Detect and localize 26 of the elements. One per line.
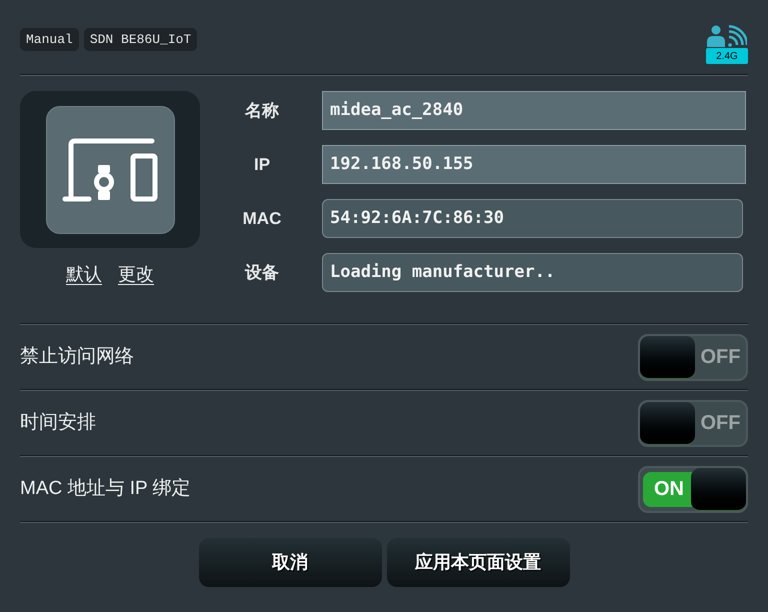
field-label: 设备 [244, 262, 280, 284]
icon-option-link[interactable]: 默认 [66, 261, 102, 288]
field-label: IP [252, 154, 272, 176]
input-field[interactable]: 192.168.50.155 [322, 145, 746, 184]
cancel-button[interactable]: 取消 [198, 538, 382, 587]
field-label: 名称 [244, 100, 280, 122]
user-wifi-icon [707, 25, 747, 47]
switch-knob [640, 402, 695, 444]
setting-label: 时间安排 [20, 410, 96, 435]
setting-label: 禁止访问网络 [20, 344, 134, 369]
toggle-switch[interactable]: OFF [638, 334, 748, 380]
tag-chip: SDN BE86U_IoT [84, 28, 198, 51]
readonly-field: 54:92:6A:7C:86:30 [322, 199, 743, 238]
switch-knob [691, 468, 746, 510]
readonly-field: Loading manufacturer.. [322, 253, 743, 292]
devices-icon [62, 136, 158, 202]
apply-button[interactable]: 应用本页面设置 [386, 538, 570, 587]
input-field[interactable]: midea_ac_2840 [322, 91, 746, 130]
icon-option-link[interactable]: 更改 [118, 261, 154, 288]
field-label: MAC [242, 208, 282, 230]
toggle-switch[interactable]: ON [638, 466, 748, 512]
toggle-switch[interactable]: OFF [638, 400, 748, 446]
band-badge: 2.4G [706, 48, 748, 64]
setting-label: MAC 地址与 IP 绑定 [20, 476, 191, 501]
switch-knob [640, 336, 695, 378]
tag-chip: Manual [20, 28, 79, 51]
